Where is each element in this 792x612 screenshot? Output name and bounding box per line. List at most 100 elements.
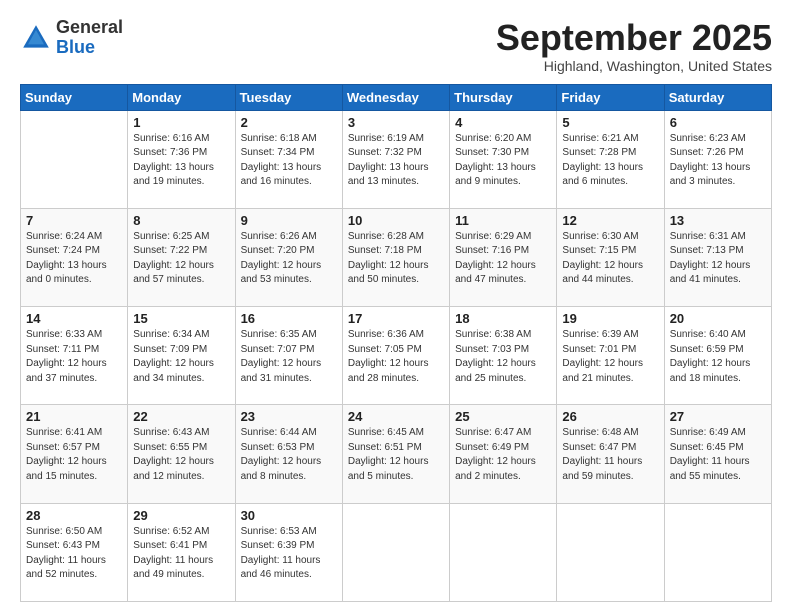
calendar-week-4: 21Sunrise: 6:41 AM Sunset: 6:57 PM Dayli… <box>21 405 772 503</box>
calendar-week-1: 1 Sunrise: 6:16 AM Sunset: 7:36 PM Daylig… <box>21 110 772 208</box>
day-number: 27 <box>670 409 766 424</box>
day-info: Sunrise: 6:36 AM Sunset: 7:05 PM Dayligh… <box>348 328 444 386</box>
calendar-cell: 9Sunrise: 6:26 AM Sunset: 7:20 PM Daylig… <box>235 208 342 306</box>
col-tuesday: Tuesday <box>235 84 342 110</box>
day-info: Sunrise: 6:19 AM Sunset: 7:32 PM Dayligh… <box>348 132 444 190</box>
calendar-cell: 22 Sunrise: 6:43 AM Sunset: 6:55 PM Dayli… <box>128 405 235 503</box>
day-number: 4 <box>455 115 551 130</box>
day-info: Sunrise: 6:40 AM Sunset: 6:59 PM Dayligh… <box>670 328 766 386</box>
logo: General Blue <box>20 18 123 58</box>
calendar-cell <box>450 503 557 601</box>
day-number: 16 <box>241 311 337 326</box>
calendar-cell <box>557 503 664 601</box>
day-info: Sunrise: 6:43 AM Sunset: 6:55 PM Dayligh… <box>133 426 229 484</box>
day-number: 29 <box>133 508 229 523</box>
calendar-cell: 4Sunrise: 6:20 AM Sunset: 7:30 PM Daylig… <box>450 110 557 208</box>
day-info: Sunrise: 6:39 AM Sunset: 7:01 PM Dayligh… <box>562 328 658 386</box>
col-saturday: Saturday <box>664 84 771 110</box>
day-number: 22 <box>133 409 229 424</box>
day-number: 25 <box>455 409 551 424</box>
day-number: 5 <box>562 115 658 130</box>
day-info: Sunrise: 6:24 AM Sunset: 7:24 PM Dayligh… <box>26 230 122 288</box>
day-number: 15 <box>133 311 229 326</box>
header: General Blue September 2025 Highland, Wa… <box>20 18 772 74</box>
calendar-week-2: 7 Sunrise: 6:24 AM Sunset: 7:24 PM Daylig… <box>21 208 772 306</box>
day-number: 12 <box>562 213 658 228</box>
calendar-week-5: 28 Sunrise: 6:50 AM Sunset: 6:43 PM Dayli… <box>21 503 772 601</box>
calendar-header-row: Sunday Monday Tuesday Wednesday Thursday… <box>21 84 772 110</box>
calendar-cell: 30Sunrise: 6:53 AM Sunset: 6:39 PM Dayli… <box>235 503 342 601</box>
col-wednesday: Wednesday <box>342 84 449 110</box>
day-number: 10 <box>348 213 444 228</box>
day-number: 6 <box>670 115 766 130</box>
day-number: 8 <box>133 213 229 228</box>
calendar-cell: 26Sunrise: 6:48 AM Sunset: 6:47 PM Dayli… <box>557 405 664 503</box>
logo-general: General <box>56 17 123 37</box>
day-info: Sunrise: 6:30 AM Sunset: 7:15 PM Dayligh… <box>562 230 658 288</box>
calendar-cell: 11Sunrise: 6:29 AM Sunset: 7:16 PM Dayli… <box>450 208 557 306</box>
day-number: 9 <box>241 213 337 228</box>
day-number: 20 <box>670 311 766 326</box>
day-number: 7 <box>26 213 122 228</box>
day-info: Sunrise: 6:18 AM Sunset: 7:34 PM Dayligh… <box>241 132 337 190</box>
calendar-cell: 6 Sunrise: 6:23 AM Sunset: 7:26 PM Daylig… <box>664 110 771 208</box>
logo-text: General Blue <box>56 18 123 58</box>
calendar-cell: 7 Sunrise: 6:24 AM Sunset: 7:24 PM Daylig… <box>21 208 128 306</box>
day-info: Sunrise: 6:34 AM Sunset: 7:09 PM Dayligh… <box>133 328 229 386</box>
calendar-cell: 28 Sunrise: 6:50 AM Sunset: 6:43 PM Dayli… <box>21 503 128 601</box>
day-number: 13 <box>670 213 766 228</box>
day-info: Sunrise: 6:45 AM Sunset: 6:51 PM Dayligh… <box>348 426 444 484</box>
day-info: Sunrise: 6:28 AM Sunset: 7:18 PM Dayligh… <box>348 230 444 288</box>
day-number: 21 <box>26 409 122 424</box>
day-info: Sunrise: 6:52 AM Sunset: 6:41 PM Dayligh… <box>133 525 229 583</box>
calendar-cell <box>21 110 128 208</box>
logo-icon <box>20 22 52 54</box>
calendar-cell: 10 Sunrise: 6:28 AM Sunset: 7:18 PM Dayli… <box>342 208 449 306</box>
day-number: 18 <box>455 311 551 326</box>
day-number: 2 <box>241 115 337 130</box>
calendar-cell: 17 Sunrise: 6:36 AM Sunset: 7:05 PM Dayli… <box>342 307 449 405</box>
day-number: 17 <box>348 311 444 326</box>
day-number: 30 <box>241 508 337 523</box>
col-monday: Monday <box>128 84 235 110</box>
calendar-cell <box>664 503 771 601</box>
calendar-cell: 3Sunrise: 6:19 AM Sunset: 7:32 PM Daylig… <box>342 110 449 208</box>
calendar-cell: 19Sunrise: 6:39 AM Sunset: 7:01 PM Dayli… <box>557 307 664 405</box>
calendar-cell: 29 Sunrise: 6:52 AM Sunset: 6:41 PM Dayli… <box>128 503 235 601</box>
day-info: Sunrise: 6:23 AM Sunset: 7:26 PM Dayligh… <box>670 132 766 190</box>
calendar-cell: 14 Sunrise: 6:33 AM Sunset: 7:11 PM Dayli… <box>21 307 128 405</box>
day-number: 1 <box>133 115 229 130</box>
day-info: Sunrise: 6:35 AM Sunset: 7:07 PM Dayligh… <box>241 328 337 386</box>
day-number: 14 <box>26 311 122 326</box>
day-info: Sunrise: 6:16 AM Sunset: 7:36 PM Dayligh… <box>133 132 229 190</box>
day-info: Sunrise: 6:25 AM Sunset: 7:22 PM Dayligh… <box>133 230 229 288</box>
calendar-cell: 2 Sunrise: 6:18 AM Sunset: 7:34 PM Daylig… <box>235 110 342 208</box>
calendar-cell: 27 Sunrise: 6:49 AM Sunset: 6:45 PM Dayli… <box>664 405 771 503</box>
calendar-table: Sunday Monday Tuesday Wednesday Thursday… <box>20 84 772 602</box>
logo-blue: Blue <box>56 37 95 57</box>
day-info: Sunrise: 6:38 AM Sunset: 7:03 PM Dayligh… <box>455 328 551 386</box>
calendar-cell: 24Sunrise: 6:45 AM Sunset: 6:51 PM Dayli… <box>342 405 449 503</box>
day-number: 26 <box>562 409 658 424</box>
calendar-cell: 5Sunrise: 6:21 AM Sunset: 7:28 PM Daylig… <box>557 110 664 208</box>
day-number: 28 <box>26 508 122 523</box>
calendar-cell: 1 Sunrise: 6:16 AM Sunset: 7:36 PM Daylig… <box>128 110 235 208</box>
calendar-cell <box>342 503 449 601</box>
calendar-week-3: 14 Sunrise: 6:33 AM Sunset: 7:11 PM Dayli… <box>21 307 772 405</box>
calendar-cell: 13 Sunrise: 6:31 AM Sunset: 7:13 PM Dayli… <box>664 208 771 306</box>
col-thursday: Thursday <box>450 84 557 110</box>
day-info: Sunrise: 6:33 AM Sunset: 7:11 PM Dayligh… <box>26 328 122 386</box>
calendar-cell: 8 Sunrise: 6:25 AM Sunset: 7:22 PM Daylig… <box>128 208 235 306</box>
day-info: Sunrise: 6:50 AM Sunset: 6:43 PM Dayligh… <box>26 525 122 583</box>
calendar-cell: 16 Sunrise: 6:35 AM Sunset: 7:07 PM Dayli… <box>235 307 342 405</box>
day-number: 11 <box>455 213 551 228</box>
calendar-cell: 18 Sunrise: 6:38 AM Sunset: 7:03 PM Dayli… <box>450 307 557 405</box>
calendar-cell: 12 Sunrise: 6:30 AM Sunset: 7:15 PM Dayli… <box>557 208 664 306</box>
day-info: Sunrise: 6:47 AM Sunset: 6:49 PM Dayligh… <box>455 426 551 484</box>
day-info: Sunrise: 6:31 AM Sunset: 7:13 PM Dayligh… <box>670 230 766 288</box>
month-title: September 2025 <box>496 18 772 58</box>
calendar-cell: 15 Sunrise: 6:34 AM Sunset: 7:09 PM Dayli… <box>128 307 235 405</box>
day-info: Sunrise: 6:49 AM Sunset: 6:45 PM Dayligh… <box>670 426 766 484</box>
calendar-cell: 25 Sunrise: 6:47 AM Sunset: 6:49 PM Dayli… <box>450 405 557 503</box>
day-number: 23 <box>241 409 337 424</box>
